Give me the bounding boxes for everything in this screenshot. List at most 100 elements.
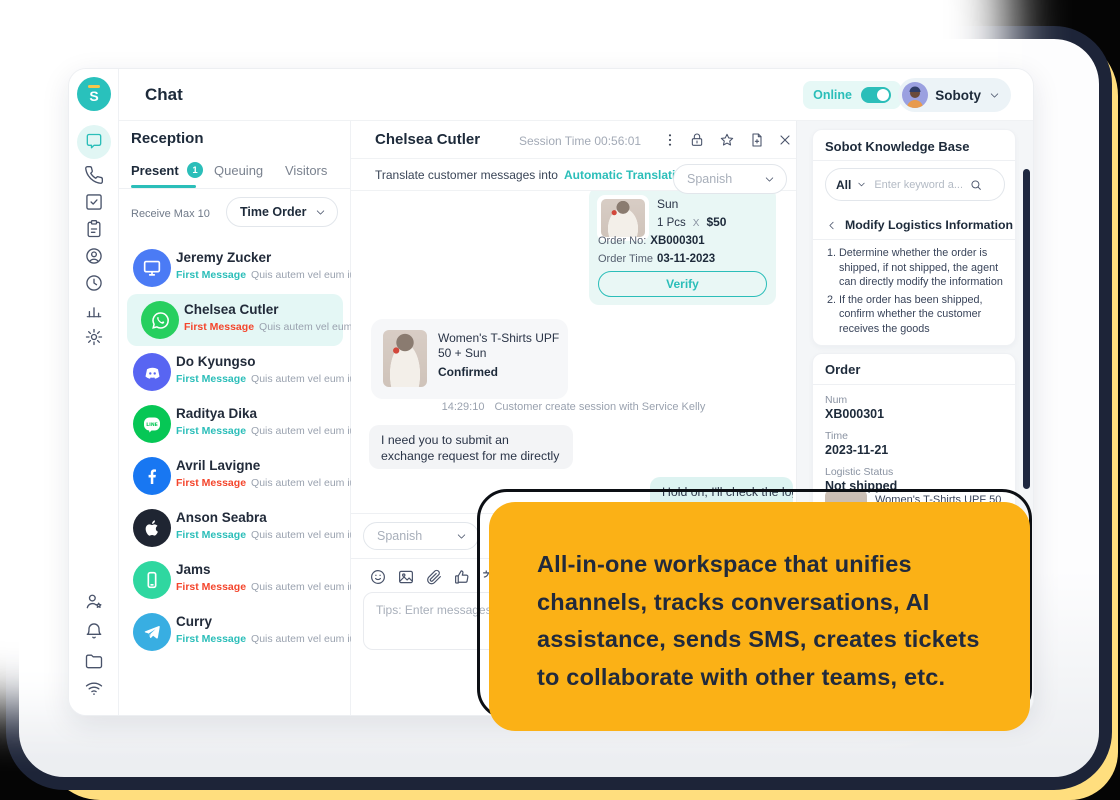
user-menu[interactable]: Soboty <box>898 78 1011 112</box>
logistic-status-label: Logistic Status <box>825 466 893 478</box>
order-num: XB000301 <box>825 407 884 421</box>
message-list: Sun 1 Pcs X $50 Order No:XB000301 Order … <box>351 191 796 513</box>
translate-label: Translate customer messages into <box>375 168 558 182</box>
analytics-nav-icon[interactable] <box>84 300 104 320</box>
network-nav-icon[interactable] <box>84 678 104 698</box>
callout-text-line: All-in-one workspace that unifies <box>537 546 1000 584</box>
contact-row-jeremy-zucker[interactable]: Jeremy Zucker First MessageQuis autem ve… <box>119 242 351 294</box>
chevron-down-icon <box>314 206 327 219</box>
system-message: 14:29:10Customer create session with Ser… <box>351 401 796 413</box>
chat-nav-icon[interactable] <box>84 132 104 152</box>
price: $50 <box>706 215 726 229</box>
system-message-text: Customer create session with Service Kel… <box>494 401 705 413</box>
phone-nav-icon[interactable] <box>84 165 104 185</box>
first-message-tag: First Message <box>176 269 246 281</box>
article-steps: Determine whether the order is shipped, … <box>821 246 1011 339</box>
callout-text-line: assistance, sends SMS, creates tickets <box>537 621 1000 659</box>
search-input[interactable] <box>872 178 964 192</box>
callout-text-line: to collaborate with other teams, etc. <box>537 659 1000 697</box>
clipboard-nav-icon[interactable] <box>84 219 104 239</box>
divider <box>119 188 350 189</box>
times-sign: X <box>693 218 700 229</box>
translate-language-value: Spanish <box>687 172 732 186</box>
product-name: Sun <box>657 197 678 211</box>
icon-rail: S <box>69 69 119 715</box>
quantity: 1 Pcs <box>657 217 686 229</box>
first-message-tag: First Message <box>176 633 246 645</box>
translate-mode-link[interactable]: Automatic Translation <box>564 168 690 182</box>
online-status-pill[interactable]: Online <box>803 81 901 109</box>
order-no-label: Order No: <box>598 235 646 247</box>
chevron-down-icon <box>763 173 776 186</box>
message-preview: Quis autem vel eum iu... <box>251 373 364 385</box>
user-avatar <box>902 82 928 108</box>
search-filter[interactable]: All <box>836 178 851 192</box>
thumbs-up-icon[interactable] <box>453 568 471 586</box>
translate-language-select[interactable]: Spanish <box>673 164 787 194</box>
online-toggle[interactable] <box>861 87 891 103</box>
tab-present[interactable]: Present <box>131 163 179 178</box>
callout-banner: All-in-one workspace that unifies channe… <box>489 502 1030 731</box>
message-preview: Quis autem vel eum iu... <box>251 633 364 645</box>
order-time-label: Time <box>825 430 848 442</box>
lock-icon[interactable] <box>689 132 705 148</box>
page-title: Chat <box>145 69 183 121</box>
folder-nav-icon[interactable] <box>84 651 104 671</box>
first-message-tag: First Message <box>176 581 246 593</box>
settings-nav-icon[interactable] <box>84 327 104 347</box>
time-order-value: Time Order <box>240 205 306 219</box>
notifications-nav-icon[interactable] <box>84 621 104 641</box>
image-icon[interactable] <box>397 568 415 586</box>
whatsapp-icon <box>141 301 179 339</box>
toggle-knob <box>877 89 889 101</box>
history-nav-icon[interactable] <box>84 273 104 293</box>
knowledge-base-card: Sobot Knowledge Base All Modify Logistic… <box>812 129 1016 346</box>
discord-icon <box>133 353 171 391</box>
divider <box>813 384 1015 385</box>
article-title: Modify Logistics Information <box>845 218 1013 232</box>
mobile-app-icon <box>133 561 171 599</box>
contact-row-chelsea-cutler[interactable]: Chelsea Cutler First MessageQuis autem v… <box>127 294 343 346</box>
tab-queuing[interactable]: Queuing <box>214 163 263 178</box>
reply-language-select[interactable]: Spanish <box>363 522 479 550</box>
article-step: If the order has been shipped, confirm w… <box>839 293 1011 337</box>
reply-language-value: Spanish <box>377 529 422 543</box>
message-preview: Quis autem vel eum iu... <box>251 581 364 593</box>
contact-row-do-kyungso[interactable]: Do Kyungso First MessageQuis autem vel e… <box>119 346 351 398</box>
contact-row-avril-lavigne[interactable]: Avril Lavigne First MessageQuis autem ve… <box>119 450 351 502</box>
divider <box>813 239 1015 240</box>
first-message-tag: First Message <box>176 373 246 385</box>
product-message-card: Women's T-Shirts UPF 50 + Sun Confirmed <box>371 319 568 399</box>
order-time: 03-11-2023 <box>657 253 715 265</box>
emoji-icon[interactable] <box>369 568 387 586</box>
close-icon[interactable] <box>777 132 793 148</box>
attachment-icon[interactable] <box>425 568 443 586</box>
file-add-icon[interactable] <box>749 132 765 148</box>
search-icon[interactable] <box>969 178 983 192</box>
message-preview: Quis autem vel eum iu... <box>251 425 364 437</box>
contact-row-curry[interactable]: Curry First MessageQuis autem vel eum iu… <box>119 606 351 658</box>
reception-title: Reception <box>131 130 204 147</box>
tab-visitors[interactable]: Visitors <box>285 163 327 178</box>
verify-button[interactable]: Verify <box>598 271 767 297</box>
chat-contact-name: Chelsea Cutler <box>375 131 480 148</box>
knowledge-search[interactable]: All <box>825 168 1005 201</box>
message-preview: Quis autem vel eum iu... <box>251 477 364 489</box>
sobot-logo[interactable]: S <box>77 77 111 111</box>
order-verify-card: Sun 1 Pcs X $50 Order No:XB000301 Order … <box>589 191 776 305</box>
contact-row-anson-seabra[interactable]: Anson Seabra First MessageQuis autem vel… <box>119 502 351 554</box>
first-message-tag: First Message <box>176 529 246 541</box>
more-options-icon[interactable] <box>662 132 678 148</box>
order-num-label: Num <box>825 394 847 406</box>
contact-row-jams[interactable]: Jams First MessageQuis autem vel eum iu.… <box>119 554 351 606</box>
time-order-select[interactable]: Time Order <box>226 197 338 227</box>
tasks-nav-icon[interactable] <box>84 192 104 212</box>
star-icon[interactable] <box>719 132 735 148</box>
contact-nav-icon[interactable] <box>84 246 104 266</box>
user-search-nav-icon[interactable] <box>84 591 104 611</box>
first-message-tag: First Message <box>176 425 246 437</box>
chevron-left-icon[interactable] <box>825 219 838 232</box>
product-status: Confirmed <box>438 365 498 379</box>
contact-row-raditya-dika[interactable]: LINE Raditya Dika First MessageQuis aute… <box>119 398 351 450</box>
scrollbar[interactable] <box>1023 169 1030 489</box>
